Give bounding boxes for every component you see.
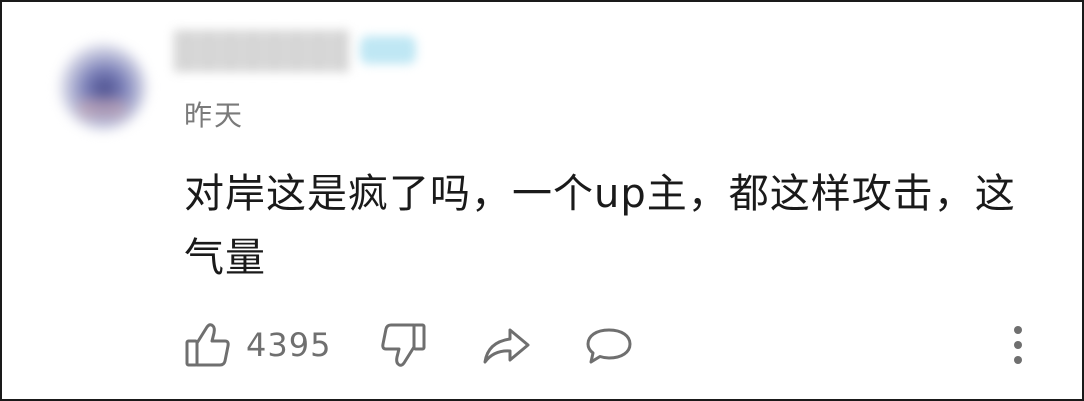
- comment-card: 昨天 对岸这是疯了吗，一个up主，都这样攻击，这气量 4395: [0, 0, 1084, 401]
- reply-icon[interactable]: [584, 326, 634, 370]
- username-blurred[interactable]: [174, 30, 350, 72]
- more-vertical-icon[interactable]: [1008, 324, 1028, 372]
- avatar[interactable]: [60, 44, 146, 130]
- share-icon[interactable]: [482, 326, 532, 370]
- comment-action-bar: 4395: [2, 318, 1082, 374]
- like-count: 4395: [246, 326, 332, 364]
- comment-timestamp: 昨天: [184, 99, 245, 132]
- user-badge-blurred: [360, 36, 416, 64]
- comment-text: 对岸这是疯了吗，一个up主，都这样攻击，这气量: [184, 171, 1016, 281]
- thumbs-up-icon[interactable]: [185, 321, 231, 373]
- thumbs-down-icon[interactable]: [380, 321, 426, 373]
